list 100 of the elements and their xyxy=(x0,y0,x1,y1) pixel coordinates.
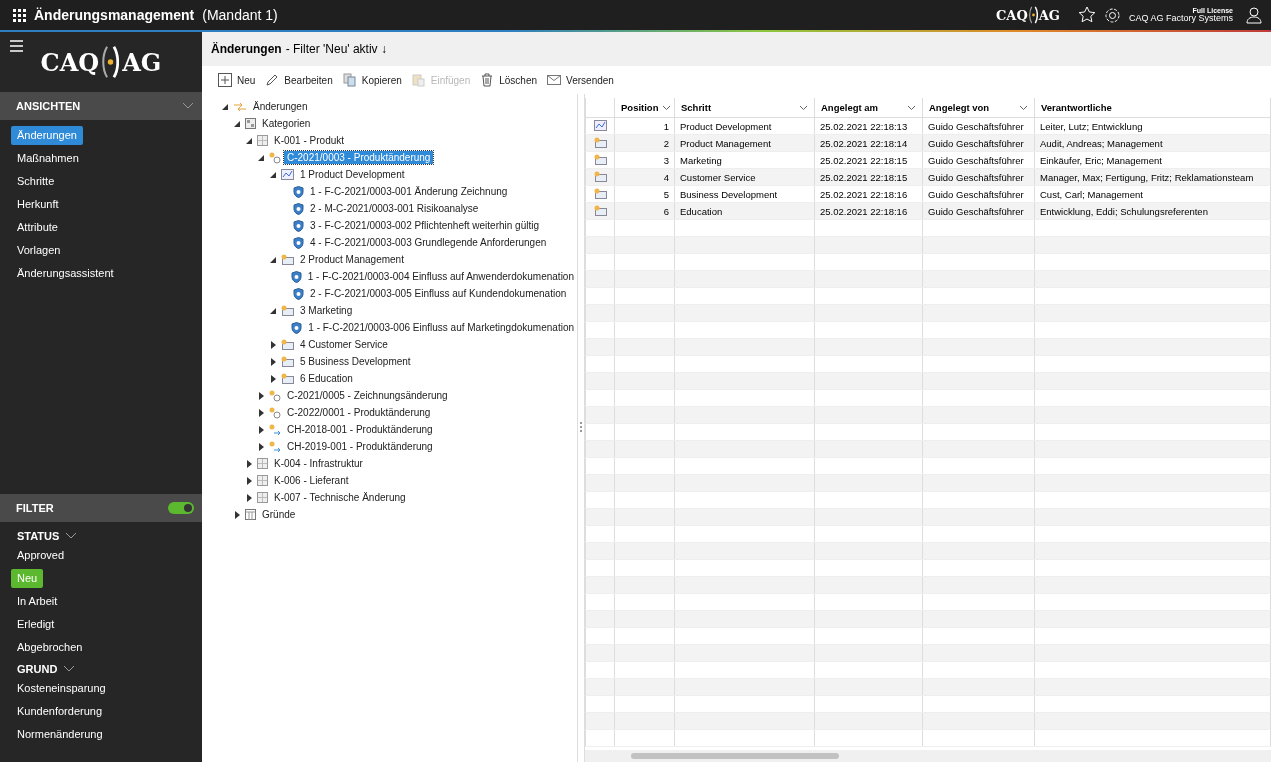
nav-item[interactable]: Änderungen xyxy=(11,126,83,145)
dropdown-caret-icon[interactable] xyxy=(907,104,916,111)
toolbar-button[interactable]: Bearbeiten xyxy=(265,73,333,87)
dropdown-caret-icon[interactable] xyxy=(799,104,808,111)
tenant-label: (Mandant 1) xyxy=(202,7,278,23)
column-header[interactable]: Verantwortliche xyxy=(1034,98,1271,118)
nav-item[interactable]: Schritte xyxy=(11,172,61,191)
user-button[interactable] xyxy=(1245,6,1263,24)
expanded-arrow-icon[interactable] xyxy=(246,137,252,144)
tree-item[interactable]: C-2022/0001 - Produktänderung xyxy=(284,406,434,419)
tree-item[interactable]: 3 - F-C-2021/0003-002 Pflichtenheft weiterhin gültig xyxy=(307,219,543,232)
toolbar-button[interactable]: Neu xyxy=(218,73,256,87)
collapsed-arrow-icon[interactable] xyxy=(246,459,252,468)
nav-item[interactable]: Vorlagen xyxy=(11,241,67,260)
filter-item[interactable]: In Arbeit xyxy=(11,592,64,611)
filter-item[interactable]: Erledigt xyxy=(11,615,61,634)
chevron-down-icon[interactable] xyxy=(63,665,76,673)
tree-item[interactable]: 3 Marketing xyxy=(297,304,356,317)
table-cell: 25.02.2021 22:18:15 xyxy=(814,151,923,169)
nav-item[interactable]: Maßnahmen xyxy=(11,149,85,168)
tree-item[interactable]: 4 - F-C-2021/0003-003 Grundlegende Anforderungen xyxy=(307,236,550,249)
tree-item[interactable]: 1 - F-C-2021/0003-001 Änderung Zeichnung xyxy=(307,185,511,198)
expanded-arrow-icon[interactable] xyxy=(222,103,228,110)
star-window-icon xyxy=(593,170,607,182)
table-cell: 1 xyxy=(614,117,675,135)
table-cell: 4 xyxy=(614,168,675,186)
grid-dots-icon xyxy=(12,8,26,22)
tree-item[interactable]: K-006 - Lieferant xyxy=(271,474,352,487)
tree-item[interactable]: K-004 - Infrastruktur xyxy=(271,457,366,470)
toolbar-button[interactable]: Löschen xyxy=(480,73,538,87)
collapsed-arrow-icon[interactable] xyxy=(258,425,264,434)
filter-toggle[interactable] xyxy=(168,502,194,514)
nav-item[interactable]: Herkunft xyxy=(11,195,65,214)
dropdown-caret-icon[interactable] xyxy=(662,104,672,111)
collapsed-arrow-icon[interactable] xyxy=(258,442,264,451)
views-header[interactable]: ANSICHTEN xyxy=(0,92,202,120)
tree-item[interactable]: 4 Customer Service xyxy=(297,338,391,351)
tree-item[interactable]: 1 - F-C-2021/0003-004 Einfluss auf Anwenderdokumenation xyxy=(304,270,577,283)
filter-item[interactable]: Normenänderung xyxy=(11,725,109,744)
tree-item[interactable]: 2 - F-C-2021/0003-005 Einfluss auf Kundendokumenation xyxy=(307,287,570,300)
tree-item[interactable]: Gründe xyxy=(259,508,299,521)
collapsed-arrow-icon[interactable] xyxy=(258,408,264,417)
tree-item[interactable]: 1 - F-C-2021/0003-006 Einfluss auf Marketingdokumenation xyxy=(305,321,577,334)
table-cell: Manager, Max; Fertigung, Fritz; Reklamationsteam xyxy=(1034,168,1271,186)
collapsed-arrow-icon[interactable] xyxy=(234,510,240,519)
menu-button[interactable] xyxy=(10,40,23,52)
dropdown-caret-icon[interactable] xyxy=(1019,104,1028,111)
collapsed-arrow-icon[interactable] xyxy=(270,340,276,349)
toolbar-button[interactable]: Versenden xyxy=(547,73,614,87)
table-cell: Leiter, Lutz; Entwicklung xyxy=(1034,117,1271,135)
filter-item[interactable]: Abgebrochen xyxy=(11,638,89,657)
tree-item[interactable]: CH-2018-001 - Produktänderung xyxy=(284,423,436,436)
collapsed-arrow-icon[interactable] xyxy=(258,391,264,400)
app-launcher-button[interactable] xyxy=(12,8,26,22)
filter-item[interactable]: Approved xyxy=(11,546,71,565)
table-cell: 25.02.2021 22:18:16 xyxy=(814,185,923,203)
shield-icon xyxy=(291,321,303,334)
chevron-down-icon[interactable] xyxy=(65,532,78,540)
tree-item[interactable]: Änderungen xyxy=(250,100,311,113)
star-arrow-icon xyxy=(269,423,281,436)
nav-item[interactable]: Änderungsassistent xyxy=(11,264,120,283)
collapsed-arrow-icon[interactable] xyxy=(270,374,276,383)
table-cell: Cust, Carl; Management xyxy=(1034,185,1271,203)
tree-item[interactable]: C-2021/0003 - Produktänderung xyxy=(284,151,434,164)
logo-mark-icon xyxy=(1028,6,1038,24)
tree-item[interactable]: 5 Business Development xyxy=(297,355,414,368)
favorites-button[interactable] xyxy=(1077,6,1096,24)
tree-item[interactable]: Kategorien xyxy=(259,117,314,130)
star-clock-icon xyxy=(269,389,281,402)
grid-icon xyxy=(257,492,268,503)
collapsed-arrow-icon[interactable] xyxy=(246,493,252,502)
star-window-icon xyxy=(281,305,294,316)
tree-item[interactable]: 6 Education xyxy=(297,372,356,385)
collapsed-arrow-icon[interactable] xyxy=(270,357,276,366)
collapsed-arrow-icon[interactable] xyxy=(246,476,252,485)
filter-item[interactable]: Kundenforderung xyxy=(11,702,108,721)
tree-item[interactable]: 2 - M-C-2021/0003-001 Risikoanalyse xyxy=(307,202,482,215)
star-icon xyxy=(1077,6,1096,24)
tree-item[interactable]: C-2021/0005 - Zeichnungsänderung xyxy=(284,389,451,402)
tree-item[interactable]: 2 Product Management xyxy=(297,253,407,266)
expanded-arrow-icon[interactable] xyxy=(270,256,276,263)
star-clock-icon xyxy=(269,406,281,419)
tree-item[interactable]: K-001 - Produkt xyxy=(271,134,348,147)
column-header[interactable]: Position xyxy=(614,98,675,118)
filter-item[interactable]: Kosteneinsparung xyxy=(11,679,112,698)
tree-item[interactable]: K-007 - Technische Änderung xyxy=(271,491,409,504)
nav-item[interactable]: Attribute xyxy=(11,218,64,237)
tree-item[interactable]: 1 Product Development xyxy=(297,168,408,181)
expanded-arrow-icon[interactable] xyxy=(270,307,276,314)
expanded-arrow-icon[interactable] xyxy=(258,154,264,161)
expanded-arrow-icon[interactable] xyxy=(270,171,276,178)
settings-button[interactable] xyxy=(1103,6,1121,24)
expanded-arrow-icon[interactable] xyxy=(234,120,240,127)
chevron-down-icon[interactable] xyxy=(182,102,194,110)
column-header[interactable]: Angelegt am xyxy=(814,98,923,118)
column-header[interactable]: Schritt xyxy=(674,98,815,118)
horizontal-scrollbar[interactable] xyxy=(585,750,1271,762)
tree-item[interactable]: CH-2019-001 - Produktänderung xyxy=(284,440,436,453)
toolbar-button[interactable]: Kopieren xyxy=(342,73,402,87)
column-header[interactable]: Angelegt von xyxy=(922,98,1035,118)
